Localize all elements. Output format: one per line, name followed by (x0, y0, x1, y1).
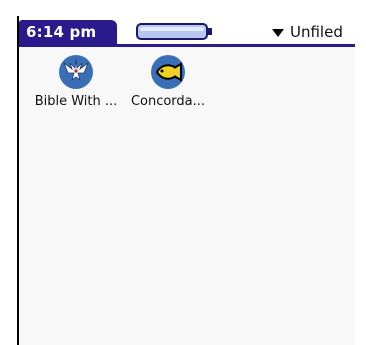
app-concorda[interactable]: Concorda... (122, 54, 214, 109)
chevron-down-icon (272, 28, 284, 37)
dove-icon (59, 55, 93, 89)
category-label: Unfiled (290, 23, 343, 41)
app-bible-with[interactable]: Bible With ... (30, 54, 122, 109)
category-picker[interactable]: Unfiled (272, 22, 343, 42)
clock-tab[interactable]: 6:14 pm (19, 20, 117, 44)
battery-icon[interactable] (136, 23, 214, 40)
app-label: Concorda... (130, 94, 206, 109)
title-rule (19, 44, 355, 47)
fish-icon (151, 55, 185, 89)
app-label: Bible With ... (34, 94, 118, 109)
